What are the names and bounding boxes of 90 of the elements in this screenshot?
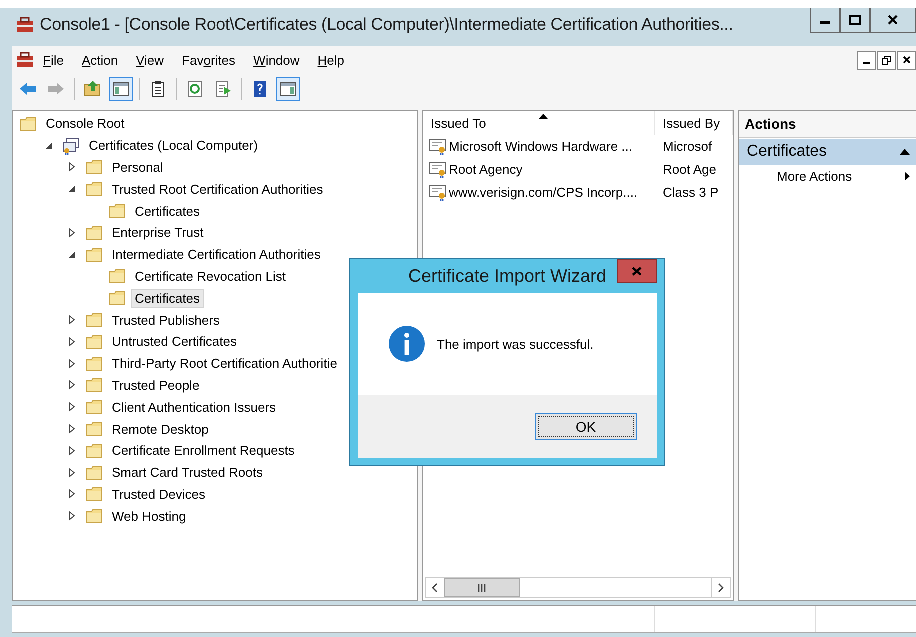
- folder-icon: [85, 312, 103, 328]
- tree-item[interactable]: Trusted Publishers: [108, 310, 224, 330]
- dialog-title: Certificate Import Wizard: [408, 266, 607, 286]
- tree-item[interactable]: Trusted Devices: [108, 484, 210, 504]
- console-tree-button[interactable]: [109, 77, 133, 101]
- tree-item[interactable]: Enterprise Trust: [108, 223, 208, 242]
- tree-item[interactable]: Certificate Enrollment Requests: [108, 441, 299, 460]
- folder-icon: [85, 464, 103, 481]
- tree-item[interactable]: Untrusted Certificates: [108, 332, 241, 352]
- certificate-computer-icon: [62, 136, 80, 155]
- menu-item[interactable]: Window: [244, 52, 309, 68]
- folder-icon: [85, 159, 103, 176]
- tree-item[interactable]: Web Hosting: [108, 506, 190, 526]
- close-icon: [902, 56, 910, 64]
- tree-item[interactable]: Certificates (Local Computer): [85, 136, 262, 156]
- window-pane-icon: [279, 80, 297, 98]
- toolbox-icon: [16, 17, 34, 33]
- sort-up-icon: [538, 114, 548, 119]
- menu-item[interactable]: Help: [308, 52, 354, 68]
- menu-item[interactable]: Action: [72, 52, 128, 68]
- maximize-icon: [849, 15, 861, 25]
- document-arrow-icon: [214, 80, 232, 98]
- action-pane-button[interactable]: [276, 77, 300, 101]
- folder-icon: [85, 246, 103, 263]
- close-button[interactable]: [870, 8, 916, 33]
- window-title: Console1 - [Console Root\Certificates (Local Computer)\Intermediate Certification Authorities...: [40, 15, 734, 35]
- restore-icon: [882, 56, 891, 64]
- table-cell: Microsoft Windows Hardware ...: [449, 139, 632, 154]
- certificate-icon: [429, 184, 447, 201]
- menu-item[interactable]: File: [34, 52, 73, 68]
- ok-button[interactable]: OK: [535, 413, 637, 440]
- tree-item[interactable]: Certificate Revocation List: [131, 266, 290, 286]
- close-icon: [888, 15, 898, 25]
- menu-item[interactable]: Favorites: [173, 52, 245, 68]
- table-cell: Root Age: [663, 162, 716, 177]
- help-icon: [251, 80, 269, 98]
- tree-item[interactable]: Smart Card Trusted Roots: [108, 463, 267, 482]
- folder-up-arrow-icon: [84, 80, 102, 98]
- submenu-arrow-icon: [905, 172, 910, 181]
- certificate-icon: [429, 161, 447, 178]
- actions-section-header[interactable]: Certificates: [739, 139, 916, 165]
- toolbox-icon: [16, 52, 34, 68]
- tree-item[interactable]: Client Authentication Issuers: [108, 398, 280, 417]
- folder-icon: [85, 486, 103, 502]
- action-link[interactable]: More Actions: [777, 169, 852, 184]
- folder-icon: [85, 377, 103, 394]
- folder-icon: [85, 399, 103, 416]
- folder-icon: [85, 421, 103, 438]
- table-cell: www.verisign.com/CPS Incorp....: [449, 185, 638, 200]
- tree-item[interactable]: Personal: [108, 158, 168, 177]
- folder-icon: [108, 203, 126, 220]
- horizontal-scrollbar[interactable]: [425, 577, 731, 598]
- window-pane-icon: [112, 80, 130, 98]
- grip-icon[interactable]: [478, 584, 486, 592]
- close-icon: [632, 266, 642, 276]
- left-arrow-icon: [19, 80, 37, 98]
- certificate-icon: [429, 138, 447, 155]
- tree-item[interactable]: Remote Desktop: [108, 420, 213, 439]
- folder-icon: [85, 508, 103, 524]
- table-cell: Root Agency: [449, 162, 523, 177]
- table-cell: Class 3 P: [663, 185, 719, 200]
- folder-icon: [108, 268, 126, 284]
- close-button[interactable]: [897, 50, 916, 70]
- clipboard-icon: [149, 80, 167, 98]
- tree-item[interactable]: Certificates: [131, 202, 204, 221]
- info-icon: [389, 326, 425, 362]
- minimize-button[interactable]: [810, 8, 840, 33]
- dialog-message: The import was successful.: [437, 336, 594, 352]
- folder-icon: [85, 356, 103, 372]
- folder-icon: [85, 224, 103, 241]
- tree-item[interactable]: Third-Party Root Certification Authoritie: [108, 354, 342, 374]
- tree-item[interactable]: Certificates: [131, 288, 204, 308]
- tree-item[interactable]: Trusted People: [108, 376, 204, 395]
- tree-item[interactable]: Trusted Root Certification Authorities: [108, 180, 328, 199]
- folder-icon: [85, 334, 103, 350]
- restore-button[interactable]: [877, 50, 896, 70]
- refresh-icon: [186, 80, 204, 98]
- maximize-button[interactable]: [840, 8, 870, 33]
- tree-item[interactable]: Console Root: [42, 114, 129, 134]
- folder-icon: [85, 442, 103, 459]
- tree-item[interactable]: Intermediate Certification Authorities: [108, 245, 325, 264]
- table-cell: Microsof: [663, 139, 712, 154]
- minimize-button[interactable]: [857, 50, 876, 70]
- actions-header: Actions: [739, 111, 916, 138]
- caret-icon: [900, 149, 910, 155]
- folder-icon: [85, 181, 103, 198]
- folder-icon: [19, 116, 37, 132]
- right-arrow-icon: [47, 80, 65, 98]
- folder-icon: [108, 290, 126, 306]
- menu-item[interactable]: View: [127, 52, 174, 68]
